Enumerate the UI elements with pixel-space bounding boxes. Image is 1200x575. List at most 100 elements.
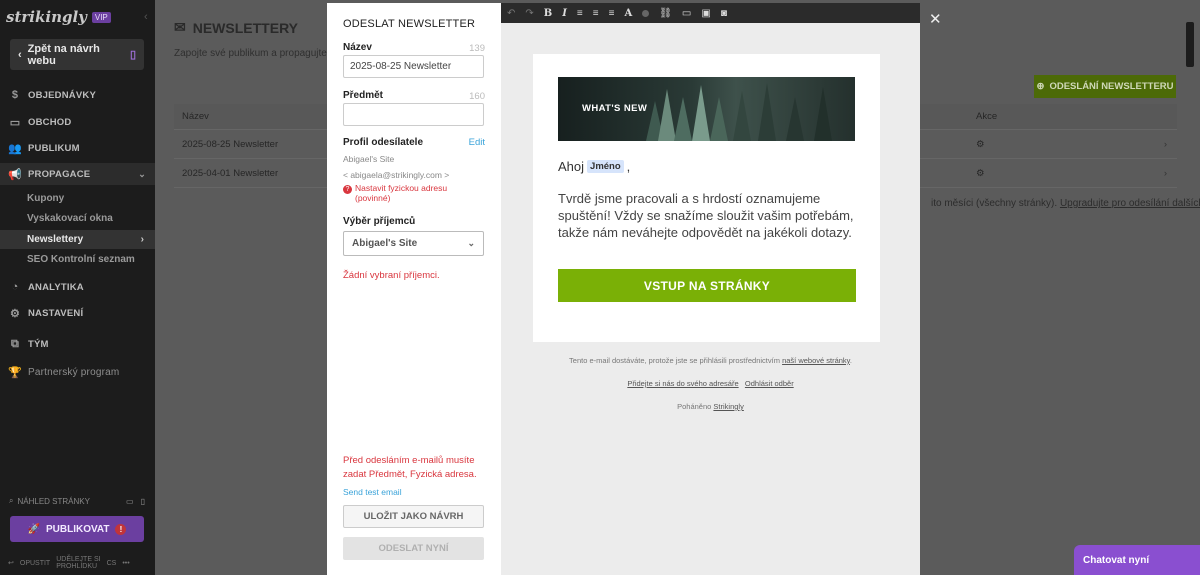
font-color-icon[interactable]: A: [624, 8, 632, 19]
tree-shape: [733, 91, 751, 141]
sidebar-item-label: OBJEDNÁVKY: [28, 89, 96, 101]
column-header-name: Název: [182, 111, 209, 122]
gear-icon[interactable]: ⚙: [976, 139, 985, 150]
sidebar-subitem-popups[interactable]: Vyskakovací okna: [0, 209, 155, 228]
save-draft-button[interactable]: ULOŽIT JAKO NÁVRH: [343, 505, 484, 528]
sidebar-item-promotion[interactable]: 📢 PROPAGACE ⌄: [0, 163, 155, 185]
language-select[interactable]: CS: [107, 560, 117, 567]
send-now-button[interactable]: ODESLAT NYNÍ: [343, 537, 484, 560]
align-left-icon[interactable]: ≡: [577, 8, 583, 19]
rocket-icon: 🚀: [27, 523, 40, 535]
sidebar-subitem-coupons[interactable]: Kupony: [0, 189, 155, 208]
edit-profile-link[interactable]: Edit: [469, 137, 485, 148]
gear-icon[interactable]: ⚙: [976, 168, 985, 179]
tour-line-1: UDĚLEJTE SI: [56, 556, 101, 563]
sidebar-item-store[interactable]: ▭ OBCHOD: [0, 115, 155, 129]
page-title: ✉ NEWSLETTERY: [174, 19, 298, 36]
sidebar-item-audience[interactable]: 👥 PUBLIKUM: [0, 141, 155, 155]
redo-icon[interactable]: ↷: [525, 8, 533, 19]
preview-label[interactable]: NÁHLED STRÁNKY: [17, 497, 89, 506]
sidebar-item-label: PUBLIKUM: [28, 142, 80, 154]
back-label: Zpět na návrh webu: [27, 42, 100, 67]
subject-input[interactable]: [343, 103, 484, 126]
address-error-line-2: (povinné): [355, 192, 391, 203]
quota-text: ito měsíci (všechny stránky).: [931, 198, 1058, 209]
banner-image[interactable]: WHAT'S NEW: [558, 77, 855, 141]
send-warning-line-2: zadat Předmět, Fyzická adresa.: [343, 469, 477, 480]
sidebar-item-team[interactable]: ⧉ TÝM: [0, 337, 155, 351]
powered-by: Poháněno Strikingly: [501, 402, 920, 411]
name-char-count: 139: [469, 43, 485, 54]
sidebar-item-orders[interactable]: $ OBJEDNÁVKY: [0, 88, 155, 102]
sidebar-subitem-label: Newslettery: [27, 234, 84, 245]
sender-email: < abigaela@strikingly.com >: [343, 170, 450, 180]
chevron-right-icon[interactable]: ›: [1164, 168, 1167, 179]
mobile-icon[interactable]: ▯: [141, 497, 145, 506]
visit-site-button[interactable]: VSTUP NA STRÁNKY: [558, 269, 856, 302]
recipients-select[interactable]: Abigael's Site ⌄: [343, 231, 484, 256]
recipients-selected: Abigael's Site: [352, 238, 418, 249]
button-icon[interactable]: ▭: [682, 8, 691, 19]
tree-shape: [814, 87, 832, 141]
send-newsletter-label: ODESLÁNÍ NEWSLETTERU: [1049, 81, 1174, 92]
close-icon[interactable]: ✕: [929, 10, 942, 28]
scrollbar[interactable]: [1186, 22, 1194, 67]
align-center-icon[interactable]: ≡: [593, 8, 599, 19]
greeting-punctuation: ,: [626, 159, 631, 174]
subject-char-count: 160: [469, 91, 485, 102]
desktop-icon[interactable]: ▭: [126, 497, 134, 506]
sidebar-item-label: TÝM: [28, 338, 49, 350]
publish-button[interactable]: 🚀 PUBLIKOVAT !: [10, 516, 144, 542]
merge-tag-name[interactable]: Jméno: [587, 160, 624, 173]
address-error[interactable]: ? Nastavit fyzickou adresu (povinné): [343, 183, 447, 203]
chevron-right-icon: ›: [140, 234, 144, 245]
back-to-editor-button[interactable]: ‹ Zpět na návrh webu ▯: [10, 39, 144, 70]
sidebar-item-label: NASTAVENÍ: [28, 307, 84, 319]
sender-name: Abigael's Site: [343, 154, 395, 164]
link-icon[interactable]: ⛓: [659, 8, 672, 19]
sidebar-item-partner[interactable]: 🏆 Partnerský program: [0, 365, 155, 379]
tour-link[interactable]: UDĚLEJTE SI PROHLÍDKU: [56, 556, 100, 570]
undo-icon[interactable]: ↶: [507, 8, 515, 19]
strikingly-link[interactable]: Strikingly: [713, 402, 743, 411]
chevron-down-icon: ⌄: [467, 238, 475, 248]
greeting[interactable]: Ahoj Jméno,: [558, 159, 630, 174]
sidebar-item-settings[interactable]: ⚙ NASTAVENÍ: [0, 306, 155, 320]
sidebar-item-analytics[interactable]: ◔ ANALYTIKA: [0, 280, 155, 294]
email-footer-links: Přidejte si nás do svého adresáře Odhlás…: [501, 379, 920, 388]
upgrade-link[interactable]: Upgradujte pro odesílání dalších: [1060, 198, 1200, 209]
send-newsletter-button[interactable]: ⊕ ODESLÁNÍ NEWSLETTERU: [1034, 75, 1176, 98]
send-test-email-link[interactable]: Send test email: [343, 487, 402, 497]
tour-line-2: PROHLÍDKU: [56, 563, 98, 570]
page-title-text: NEWSLETTERY: [192, 19, 298, 36]
italic-icon[interactable]: I: [562, 8, 567, 19]
collapse-sidebar-icon[interactable]: ‹: [144, 11, 148, 23]
send-warning: Před odesláním e-mailů musíte zadat Před…: [343, 454, 477, 482]
column-header-action: Akce: [976, 111, 998, 122]
chart-icon: ◔: [11, 281, 19, 293]
more-menu-icon[interactable]: •••: [122, 560, 129, 567]
personalize-icon[interactable]: ◙: [721, 8, 727, 19]
chat-now-button[interactable]: Chatovat nyní: [1074, 545, 1200, 575]
logo[interactable]: strikingly: [6, 8, 87, 26]
name-input[interactable]: 2025-08-25 Newsletter: [343, 55, 484, 78]
website-link[interactable]: naší webové stránky: [782, 356, 850, 365]
color-swatch-icon[interactable]: [642, 9, 650, 17]
sidebar-item-label: Partnerský program: [28, 366, 120, 378]
chevron-down-icon: ⌄: [138, 168, 146, 179]
sidebar-subitem-seo[interactable]: SEO Kontrolní seznam: [0, 250, 155, 269]
email-body-text[interactable]: Tvrdě jsme pracovali a s hrdostí oznamuj…: [558, 190, 858, 241]
leave-link[interactable]: OPUSTIT: [20, 560, 50, 567]
email-card: WHAT'S NEW Ahoj Jméno, Tvrdě jsme pracov…: [533, 54, 880, 342]
bold-icon[interactable]: B: [544, 8, 552, 19]
sidebar-subitem-newsletters[interactable]: Newslettery ›: [0, 230, 155, 249]
sidebar-subitem-label: Vyskakovací okna: [27, 213, 113, 224]
email-footer-text: Tento e-mail dostáváte, protože jste se …: [501, 356, 920, 365]
banner-text: WHAT'S NEW: [582, 103, 648, 114]
unsubscribe-link[interactable]: Odhlásit odběr: [745, 379, 794, 388]
sidebar-item-label: ANALYTIKA: [28, 281, 84, 293]
align-right-icon[interactable]: ≡: [609, 8, 615, 19]
chevron-right-icon[interactable]: ›: [1164, 139, 1167, 150]
add-to-address-book-link[interactable]: Přidejte si nás do svého adresáře: [627, 379, 738, 388]
image-icon[interactable]: ▣: [701, 8, 710, 19]
